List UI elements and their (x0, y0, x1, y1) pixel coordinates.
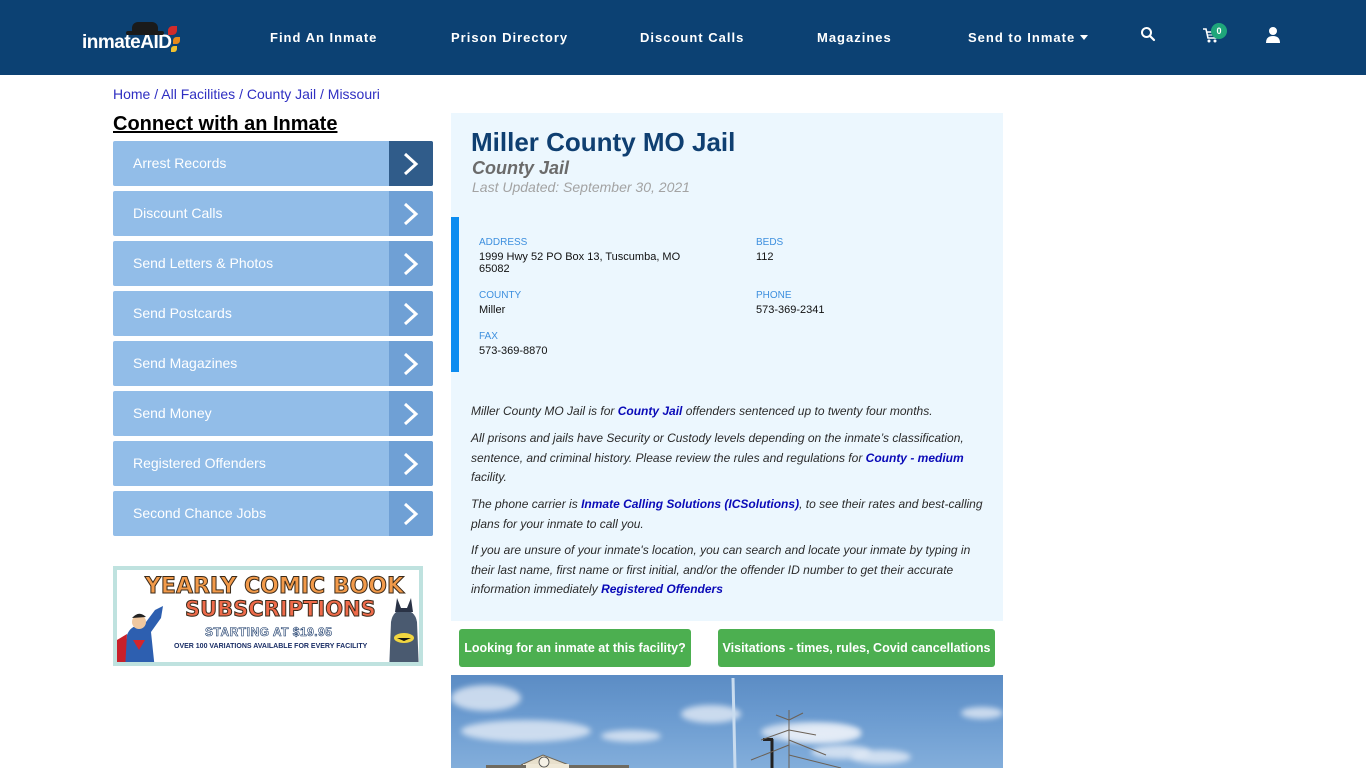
address-line1: 1999 Hwy 52 PO Box 13, Tuscumba, MO (479, 251, 681, 263)
chevron-right-icon (403, 452, 419, 476)
superhero-left-image (117, 600, 175, 662)
nav-discount-calls[interactable]: Discount Calls (640, 30, 744, 45)
chevron-right-icon (403, 352, 419, 376)
find-inmate-at-facility-button[interactable]: Looking for an inmate at this facility? (459, 629, 691, 667)
caret-down-icon (1080, 35, 1089, 40)
description-text: facility. (471, 470, 507, 484)
ad-tagline: OVER 100 VARIATIONS AVAILABLE FOR EVERY … (174, 643, 368, 650)
arrow-box (389, 391, 433, 436)
icsolutions-link[interactable]: Inmate Calling Solutions (ICSolutions) (581, 497, 799, 511)
sidebar-item-send-postcards[interactable]: Send Postcards (113, 291, 433, 336)
visitations-button[interactable]: Visitations - times, rules, Covid cancel… (718, 629, 995, 667)
facility-photo-scene (486, 677, 842, 768)
beds-value: 112 (756, 251, 774, 263)
chevron-right-icon (403, 252, 419, 276)
beds-label: BEDS (756, 237, 784, 248)
sidebar-item-label: Send Money (133, 405, 212, 421)
facility-type: County Jail (472, 158, 570, 178)
chevron-right-icon (403, 502, 419, 526)
autumn-leaf-icon (168, 26, 177, 35)
description-text: The phone carrier is (471, 497, 582, 511)
last-updated: Last Updated: September 30, 2021 (472, 179, 690, 195)
arrow-box (389, 341, 433, 386)
address-line2: 65082 (479, 263, 510, 275)
breadcrumb-separator: / (320, 86, 328, 102)
description-paragraph: Miller County MO Jail is for County Jail… (471, 402, 991, 422)
info-accent-bar (451, 217, 459, 372)
cart-count-badge: 0 (1211, 23, 1227, 39)
autumn-leaf-icon (173, 37, 180, 44)
sidebar-title: Connect with an Inmate (113, 113, 338, 135)
sidebar-item-second-chance-jobs[interactable]: Second Chance Jobs (113, 491, 433, 536)
breadcrumb-home[interactable]: Home (113, 86, 150, 102)
sidebar-item-label: Send Letters & Photos (133, 255, 274, 271)
address-label: ADDRESS (479, 237, 528, 248)
facility-info-block: ADDRESS 1999 Hwy 52 PO Box 13, Tuscumba,… (451, 217, 1003, 372)
search-icon[interactable] (1140, 26, 1160, 46)
breadcrumb-separator: / (239, 86, 247, 102)
nav-prison-directory[interactable]: Prison Directory (451, 30, 568, 45)
sidebar-item-label: Registered Offenders (133, 455, 266, 471)
sidebar-item-send-letters-photos[interactable]: Send Letters & Photos (113, 241, 433, 286)
ad-headline-1: YEARLY COMIC BOOK (144, 574, 405, 600)
sidebar-item-label: Second Chance Jobs (133, 505, 267, 521)
arrow-box (389, 191, 433, 236)
arrow-box (389, 491, 433, 536)
county-value: Miller (479, 304, 506, 316)
sidebar-item-label: Send Postcards (133, 305, 232, 321)
chevron-right-icon (403, 152, 419, 176)
sidebar-item-discount-calls[interactable]: Discount Calls (113, 191, 433, 236)
phone-label: PHONE (756, 290, 792, 301)
ad-price: STARTING AT $19.95 (205, 625, 333, 640)
description-paragraph: If you are unsure of your inmate's locat… (471, 541, 991, 600)
inmateaid-logo[interactable]: inmateAID (82, 22, 182, 54)
description-text: offenders sentenced up to twenty four mo… (682, 404, 933, 418)
sidebar-item-send-money[interactable]: Send Money (113, 391, 433, 436)
county-medium-link[interactable]: County - medium (866, 451, 964, 465)
user-icon[interactable] (1265, 26, 1285, 46)
breadcrumb-county-jail[interactable]: County Jail (247, 86, 316, 102)
description-paragraph: The phone carrier is Inmate Calling Solu… (471, 495, 991, 534)
arrow-box (389, 291, 433, 336)
autumn-leaf-icon (171, 46, 177, 52)
nav-send-to-inmate-label: Send to Inmate (968, 30, 1076, 45)
sidebar-item-arrest-records[interactable]: Arrest Records (113, 141, 433, 186)
sidebar-item-label: Arrest Records (133, 155, 227, 171)
breadcrumb-all-facilities[interactable]: All Facilities (161, 86, 235, 102)
ad-headline-2: SUBSCRIPTIONS (185, 597, 377, 622)
facility-photo (451, 675, 1003, 768)
top-navbar: inmateAID Find An Inmate Prison Director… (0, 0, 1366, 75)
chevron-right-icon (403, 402, 419, 426)
description-paragraph: All prisons and jails have Security or C… (471, 429, 991, 488)
phone-value: 573-369-2341 (756, 304, 825, 316)
nav-find-an-inmate[interactable]: Find An Inmate (270, 30, 377, 45)
superhero-right-image (383, 592, 419, 662)
chevron-right-icon (403, 202, 419, 226)
sidebar-item-send-magazines[interactable]: Send Magazines (113, 341, 433, 386)
description-text: Miller County MO Jail is for (471, 404, 618, 418)
comic-subscription-ad[interactable]: YEARLY COMIC BOOK SUBSCRIPTIONS STARTING… (113, 566, 423, 666)
breadcrumb: Home / All Facilities / County Jail / Mi… (113, 86, 380, 102)
nav-magazines[interactable]: Magazines (817, 30, 892, 45)
sidebar-item-registered-offenders[interactable]: Registered Offenders (113, 441, 433, 486)
chevron-right-icon (403, 302, 419, 326)
sidebar-item-label: Discount Calls (133, 205, 223, 221)
nav-send-to-inmate[interactable]: Send to Inmate (968, 30, 1089, 45)
facility-card: Miller County MO Jail County Jail Last U… (451, 113, 1003, 621)
registered-offenders-link[interactable]: Registered Offenders (601, 582, 723, 596)
facility-name: Miller County MO Jail (471, 127, 736, 157)
breadcrumb-missouri[interactable]: Missouri (328, 86, 380, 102)
pilgrim-hat-brim-icon (126, 31, 164, 35)
fax-value: 573-369-8870 (479, 345, 548, 357)
fax-label: FAX (479, 331, 498, 342)
logo-text: inmateAID (82, 32, 172, 53)
county-label: COUNTY (479, 290, 522, 301)
sidebar-item-label: Send Magazines (133, 355, 238, 371)
county-jail-link[interactable]: County Jail (618, 404, 683, 418)
arrow-box (389, 441, 433, 486)
arrow-box (389, 241, 433, 286)
arrow-box (389, 141, 433, 186)
